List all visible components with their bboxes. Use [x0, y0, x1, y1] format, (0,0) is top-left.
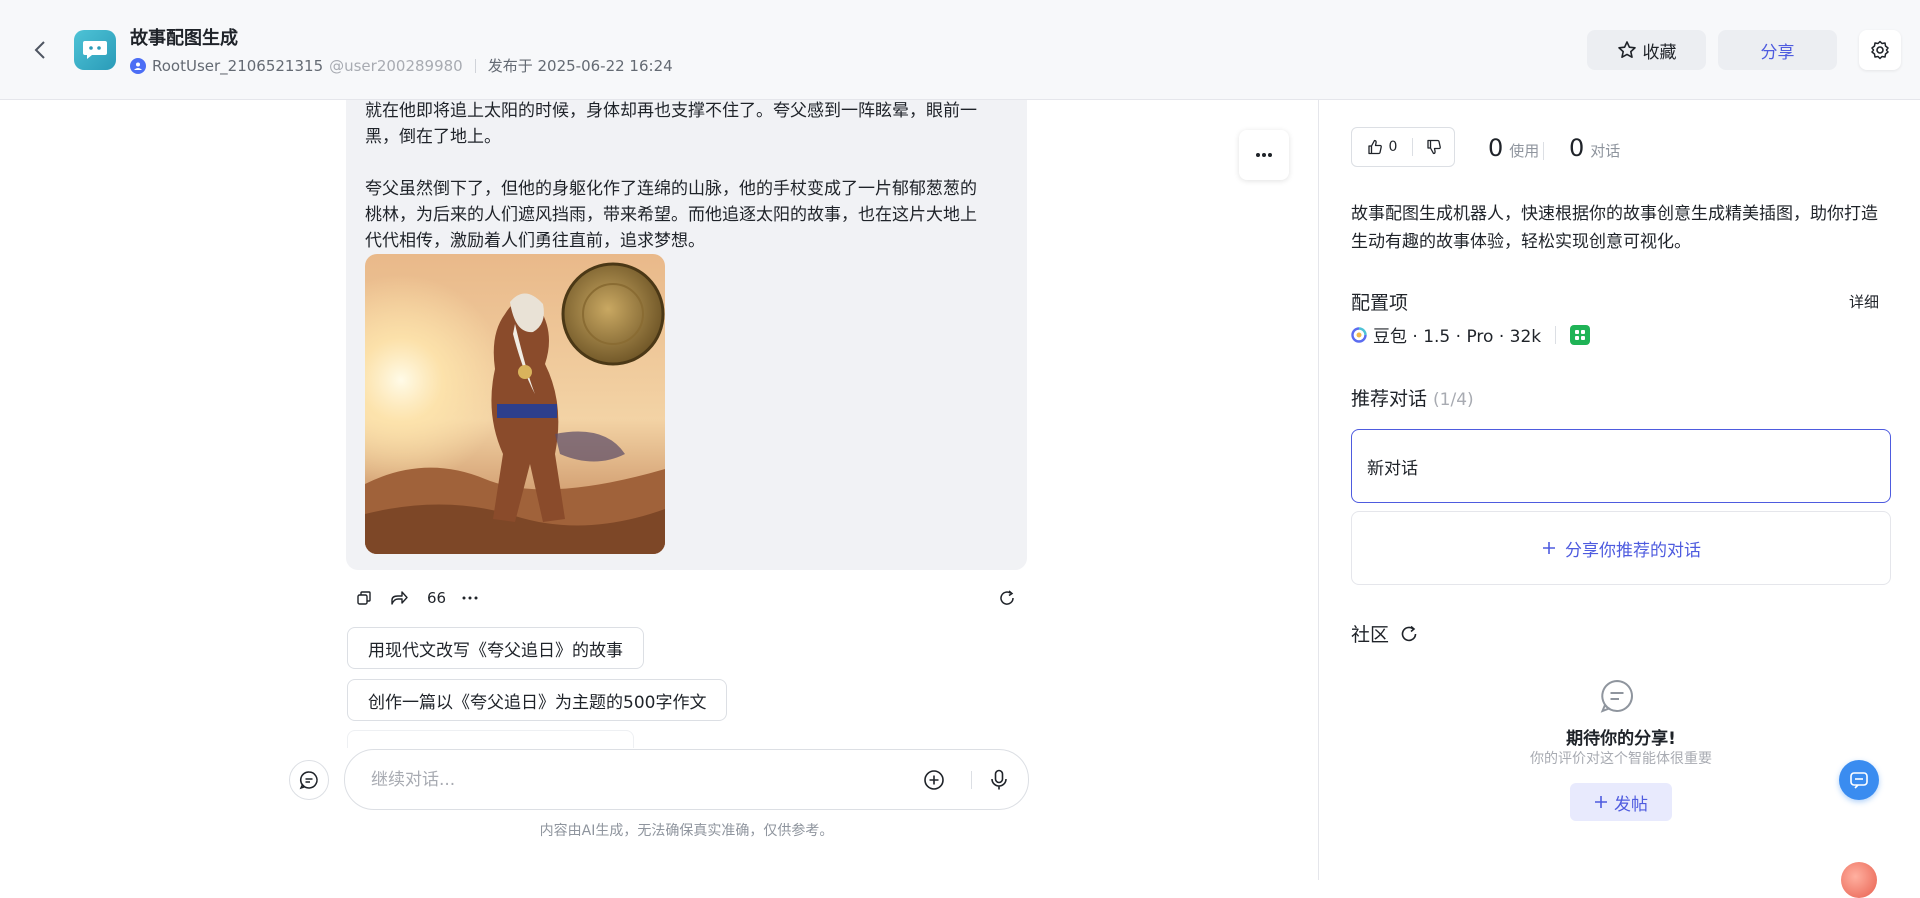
- share-message-button[interactable]: [390, 585, 408, 611]
- more-options-button[interactable]: [1239, 130, 1289, 180]
- author-meta: RootUser_2106521315 @user200289980 发布于 2…: [130, 55, 673, 76]
- divider: [1555, 325, 1557, 344]
- bot-description: 故事配图生成机器人，快速根据你的故事创意生成精美插图，助你打造生动有趣的故事体验…: [1351, 204, 1878, 252]
- favorite-button[interactable]: 收藏: [1587, 30, 1706, 70]
- usage-label: 使用: [1509, 142, 1540, 160]
- bot-message-bubble: 就在他即将追上太阳的时候，身体却再也支撑不住了。夸父感到一阵眩晕，眼前一 黑，倒…: [346, 100, 1027, 570]
- recommended-dialog-item[interactable]: 新对话: [1351, 429, 1891, 503]
- favorite-label: 收藏: [1642, 42, 1677, 63]
- refresh-icon: [1000, 590, 1014, 605]
- doubao-icon: [1351, 326, 1367, 343]
- divider: [1543, 142, 1544, 160]
- back-button[interactable]: [24, 36, 56, 64]
- message-line: 黑，倒在了地上。: [365, 127, 501, 147]
- suggestion-chip[interactable]: 创作一篇以《夸父追日》为主题的500字作文: [347, 679, 728, 721]
- usage-stat: 0 使用: [1488, 134, 1539, 162]
- refresh-icon[interactable]: [1399, 624, 1419, 644]
- like-button[interactable]: 0: [1352, 128, 1412, 166]
- more-icon: [1256, 153, 1272, 157]
- star-icon: [1617, 41, 1636, 58]
- regenerate-button[interactable]: [998, 585, 1016, 611]
- generated-story-image[interactable]: [365, 254, 665, 554]
- app-logo-icon: [74, 30, 116, 70]
- attach-button[interactable]: [920, 766, 948, 794]
- dialog-stat: 0 对话: [1569, 134, 1620, 162]
- top-bar: 故事配图生成 RootUser_2106521315 @user20028998…: [0, 0, 1920, 100]
- empty-state-subtitle: 你的评价对这个智能体很重要: [1530, 751, 1712, 767]
- like-count: 0: [1388, 139, 1398, 155]
- chat-input[interactable]: [371, 764, 871, 796]
- message-actions: 66: [346, 585, 1027, 611]
- divider: [971, 771, 972, 789]
- dialog-label: 对话: [1590, 142, 1621, 160]
- message-paragraph-2: 夸父虽然倒下了，但他的身躯化作了连绵的山脉，他的手杖变成了一片郁郁葱葱的 桃林，…: [365, 176, 1005, 254]
- author-handle: @user200289980: [329, 56, 463, 75]
- quote-count[interactable]: 66: [427, 585, 446, 611]
- ellipsis-icon: [462, 596, 478, 600]
- copy-icon: [357, 591, 371, 605]
- plus-icon: [1543, 542, 1555, 554]
- share-label: 分享: [1760, 42, 1795, 63]
- ai-disclaimer: 内容由AI生成，无法确保真实准确，仅供参考。: [539, 823, 834, 839]
- message-line: 就在他即将追上太阳的时候，身体却再也支撑不住了。夸父感到一阵眩晕，眼前一: [365, 101, 977, 121]
- message-line: 桃林，为后来的人们遮风挡雨，带来希望。而他追逐太阳的故事，也在这片大地上: [365, 205, 977, 225]
- add-icon: [924, 770, 944, 790]
- suggestion-chip[interactable]: 用现代文改写《夸父追日》的故事: [347, 627, 644, 669]
- share-button[interactable]: 分享: [1718, 30, 1837, 70]
- avatar[interactable]: [1841, 862, 1877, 898]
- suggestion-chip-faded: [347, 730, 634, 748]
- community-title: 社区: [1351, 624, 1390, 646]
- chat-support-icon: [1850, 772, 1868, 789]
- new-chat-icon: [299, 771, 318, 790]
- divider: [474, 58, 476, 73]
- share-icon: [391, 591, 408, 605]
- recommended-count: (1/4): [1433, 390, 1474, 410]
- message-more-button[interactable]: [462, 585, 478, 611]
- plugin-icon[interactable]: [1570, 324, 1591, 345]
- vote-group: 0: [1351, 127, 1455, 167]
- share-recommended-button[interactable]: 分享你推荐的对话: [1351, 511, 1891, 585]
- dislike-button[interactable]: [1413, 128, 1454, 166]
- usage-count: 0: [1488, 134, 1504, 162]
- plus-icon: [1595, 796, 1607, 808]
- config-title: 配置项: [1351, 292, 1409, 314]
- dialog-count: 0: [1569, 134, 1585, 162]
- copy-button[interactable]: [356, 585, 372, 611]
- message-line: 夸父虽然倒下了，但他的身躯化作了连绵的山脉，他的手杖变成了一片郁郁葱葱的: [365, 179, 977, 199]
- mic-icon: [991, 769, 1007, 790]
- config-detail-link[interactable]: 详细: [1849, 291, 1879, 312]
- thumbs-down-icon: [1426, 139, 1441, 155]
- post-label: 发帖: [1614, 794, 1648, 815]
- settings-icon: [1871, 40, 1889, 60]
- author-name[interactable]: RootUser_2106521315: [152, 57, 323, 75]
- support-chat-button[interactable]: [1839, 760, 1879, 800]
- page-title: 故事配图生成: [130, 28, 238, 49]
- empty-state-title: 期待你的分享!: [1566, 729, 1676, 749]
- new-chat-button[interactable]: [289, 760, 329, 800]
- post-button[interactable]: 发帖: [1570, 783, 1672, 821]
- user-icon: [130, 57, 146, 74]
- publish-date: 发布于 2025-06-22 16:24: [487, 57, 673, 75]
- comment-icon: [1599, 678, 1635, 714]
- recommended-title: 推荐对话 (1/4): [1351, 384, 1474, 411]
- model-info: 豆包 · 1.5 · Pro · 32k: [1351, 322, 1591, 347]
- message-line: 代代相传，激励着人们勇往直前，追求梦想。: [365, 231, 705, 251]
- message-paragraph-1: 就在他即将追上太阳的时候，身体却再也支撑不住了。夸父感到一阵眩晕，眼前一 黑，倒…: [365, 98, 1005, 150]
- chat-input-box: [344, 749, 1029, 810]
- back-icon: [34, 41, 45, 59]
- voice-input-button[interactable]: [985, 766, 1013, 794]
- share-recommended-label: 分享你推荐的对话: [1565, 540, 1701, 561]
- settings-button[interactable]: [1859, 30, 1901, 70]
- community-header: 社区: [1351, 620, 1419, 647]
- bot-info-panel: 0 0 使用 0 对话 故事配图生成机器人，快速根据你的故事创意生成精美插图，助…: [1318, 100, 1920, 880]
- model-name: 豆包 · 1.5 · Pro · 32k: [1373, 327, 1542, 347]
- thumbs-up-icon: [1367, 139, 1382, 155]
- recommended-label: 推荐对话: [1351, 388, 1428, 410]
